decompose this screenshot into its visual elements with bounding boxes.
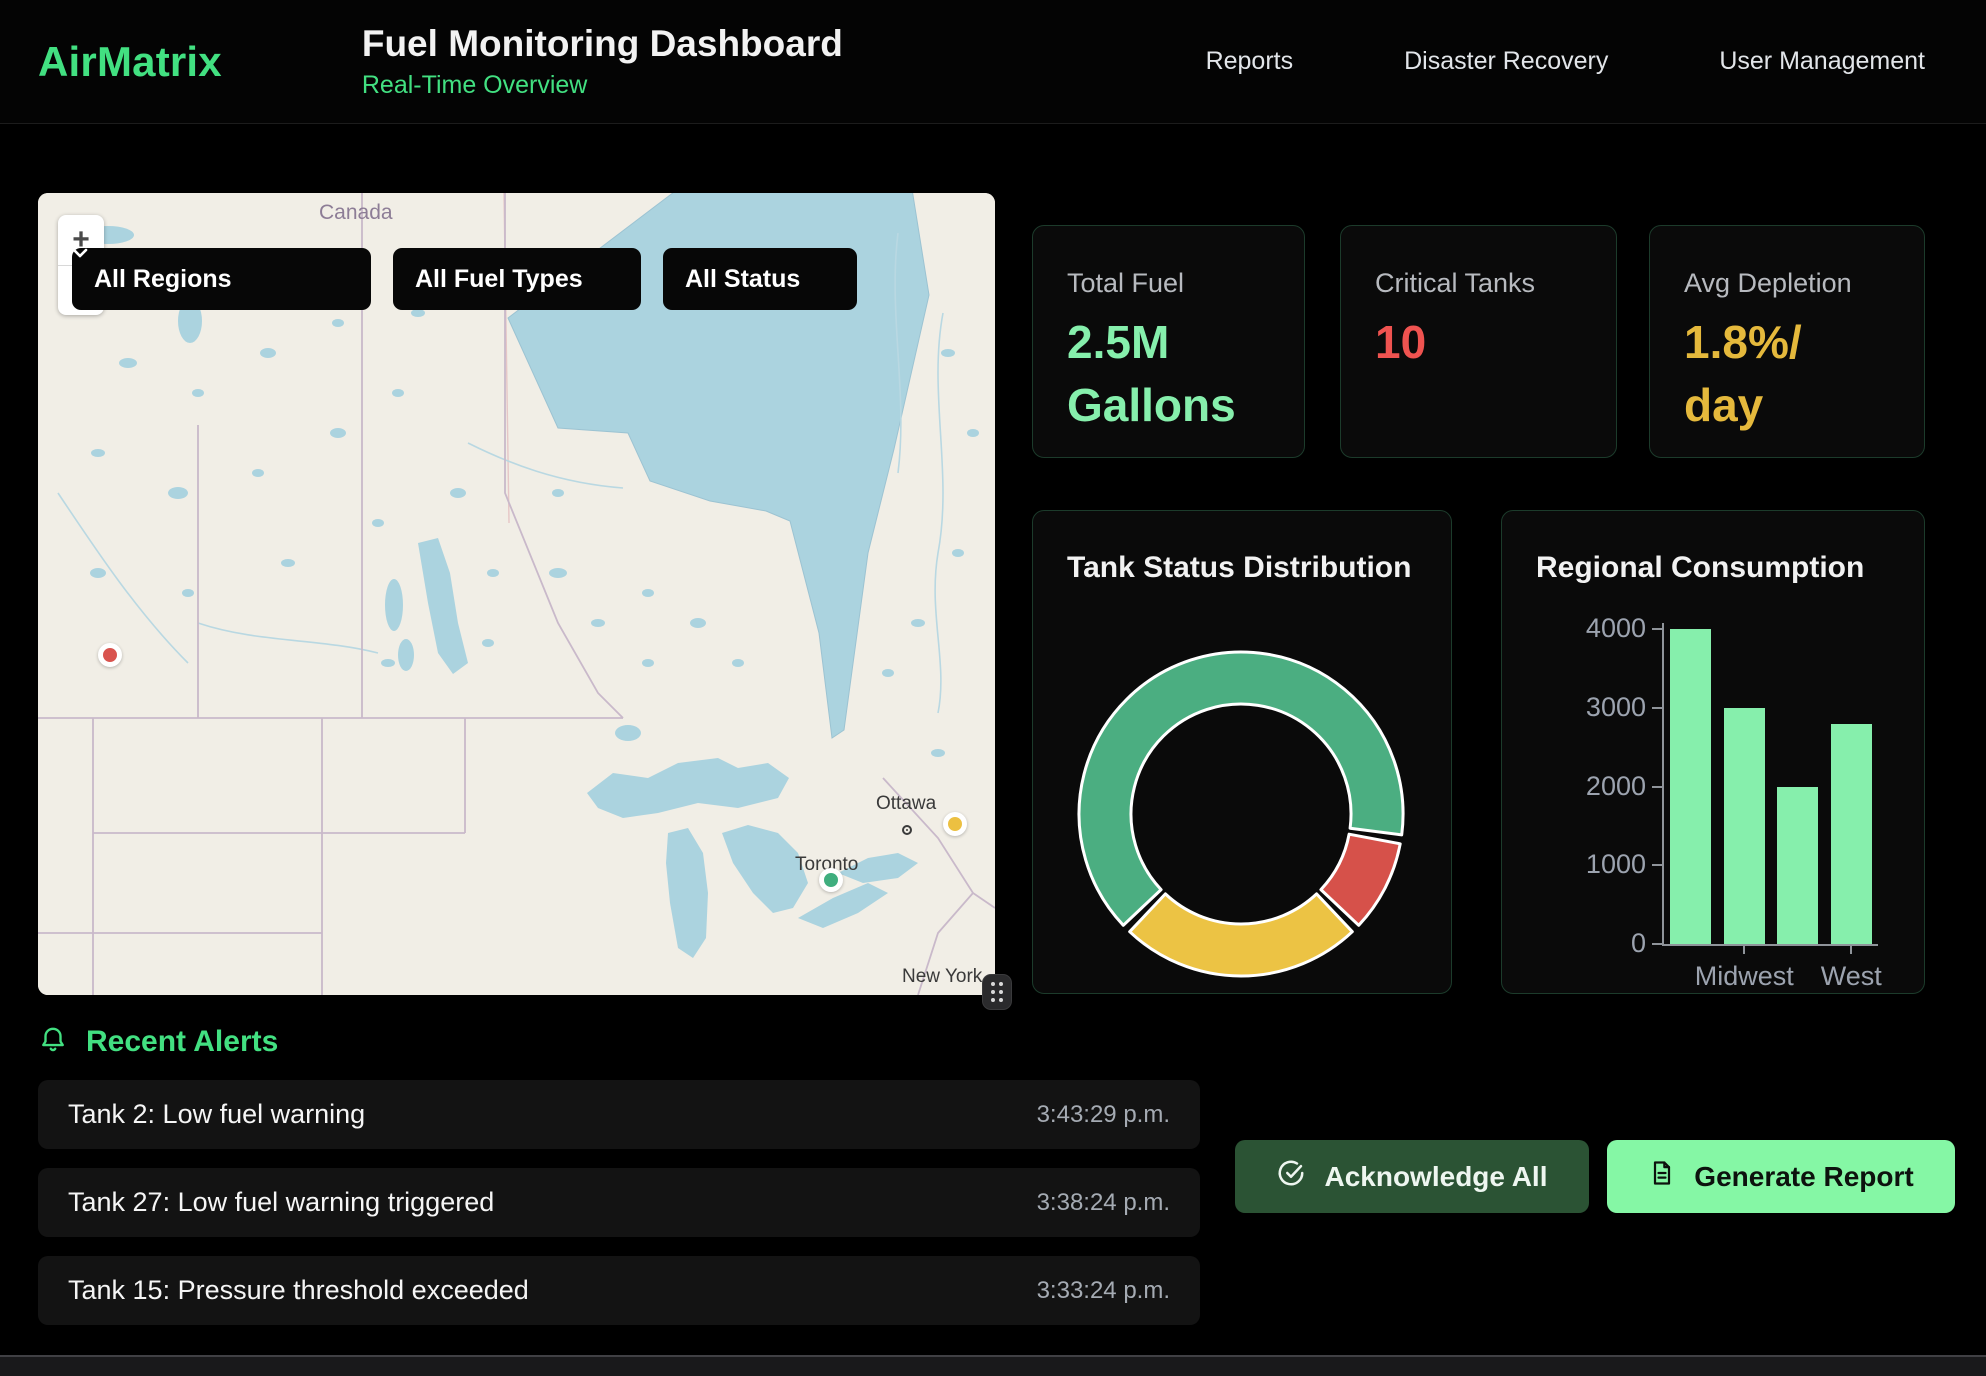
nav-reports[interactable]: Reports xyxy=(1206,47,1294,76)
stat-value-line1: 10 xyxy=(1375,311,1616,374)
tank-status-chart-card: Tank Status Distribution xyxy=(1032,510,1452,994)
alerts-header: Recent Alerts xyxy=(38,1022,278,1062)
stat-value-line1: 2.5M xyxy=(1067,311,1304,374)
check-circle-icon xyxy=(1276,1158,1306,1195)
bell-icon xyxy=(38,1025,68,1060)
title-block: Fuel Monitoring Dashboard Real-Time Over… xyxy=(362,23,843,100)
fuel-map-panel: Canada Ottawa Toronto New York + − All R… xyxy=(38,193,995,995)
acknowledge-all-label: Acknowledge All xyxy=(1324,1161,1547,1193)
y-axis-tick: 4000 xyxy=(1502,613,1646,644)
alert-row[interactable]: Tank 15: Pressure threshold exceeded 3:3… xyxy=(38,1256,1200,1325)
status-filter-value: All Status xyxy=(685,265,800,294)
status-filter-dropdown[interactable]: All Status xyxy=(663,248,857,310)
region-filter-value: All Regions xyxy=(94,265,232,294)
consumption-bar xyxy=(1670,629,1711,944)
tank-status-donut-chart xyxy=(1033,511,1453,995)
page-title: Fuel Monitoring Dashboard xyxy=(362,23,843,65)
map-resize-handle[interactable] xyxy=(983,975,1011,1009)
regional-consumption-bar-chart: 01000200030004000MidwestWest xyxy=(1502,511,1924,993)
window-footer-strip xyxy=(0,1355,1986,1376)
nav-disaster-recovery[interactable]: Disaster Recovery xyxy=(1404,47,1608,76)
stat-label: Avg Depletion xyxy=(1684,268,1924,299)
acknowledge-all-button[interactable]: Acknowledge All xyxy=(1235,1140,1589,1213)
stat-label: Critical Tanks xyxy=(1375,268,1616,299)
map-filters: All Regions All Fuel Types All Status xyxy=(72,248,857,310)
alert-row[interactable]: Tank 2: Low fuel warning 3:43:29 p.m. xyxy=(38,1080,1200,1149)
stat-card-total-fuel: Total Fuel 2.5M Gallons xyxy=(1032,225,1305,458)
alerts-title: Recent Alerts xyxy=(86,1025,278,1059)
stat-value-line2: day xyxy=(1684,374,1924,437)
app-header: AirMatrix Fuel Monitoring Dashboard Real… xyxy=(0,0,1986,124)
fuel-type-filter-dropdown[interactable]: All Fuel Types xyxy=(393,248,641,310)
x-axis-tick-west: West xyxy=(1781,961,1921,992)
tank-marker-normal[interactable] xyxy=(819,868,843,892)
main-nav: Reports Disaster Recovery User Managemen… xyxy=(1206,47,1925,76)
stat-card-avg-depletion: Avg Depletion 1.8%/ day xyxy=(1649,225,1925,458)
alert-text: Tank 27: Low fuel warning triggered xyxy=(68,1187,494,1218)
brand-logo[interactable]: AirMatrix xyxy=(38,38,222,86)
consumption-bar xyxy=(1777,787,1818,945)
y-axis-tick: 2000 xyxy=(1502,771,1646,802)
stat-value-line1: 1.8%/ xyxy=(1684,311,1924,374)
y-axis-tick: 1000 xyxy=(1502,849,1646,880)
y-axis-tick: 0 xyxy=(1502,928,1646,959)
page-subtitle: Real-Time Overview xyxy=(362,71,843,100)
stat-value-line2: Gallons xyxy=(1067,374,1304,437)
donut-segment-warning xyxy=(1130,894,1353,976)
stat-card-critical-tanks: Critical Tanks 10 xyxy=(1340,225,1617,458)
alert-timestamp: 3:33:24 p.m. xyxy=(1037,1277,1170,1305)
map-canvas[interactable]: Canada Ottawa Toronto New York + − All R… xyxy=(38,193,995,995)
regional-consumption-chart-card: Regional Consumption 01000200030004000Mi… xyxy=(1501,510,1925,994)
stat-label: Total Fuel xyxy=(1067,268,1304,299)
alert-row[interactable]: Tank 27: Low fuel warning triggered 3:38… xyxy=(38,1168,1200,1237)
generate-report-label: Generate Report xyxy=(1694,1161,1913,1193)
fuel-type-filter-value: All Fuel Types xyxy=(415,265,583,294)
consumption-bar xyxy=(1724,708,1765,944)
alert-text: Tank 15: Pressure threshold exceeded xyxy=(68,1275,529,1306)
tank-marker-critical[interactable] xyxy=(98,643,122,667)
region-filter-dropdown[interactable]: All Regions xyxy=(72,248,371,310)
consumption-bar xyxy=(1831,724,1872,945)
generate-report-button[interactable]: Generate Report xyxy=(1607,1140,1955,1213)
capital-symbol xyxy=(902,825,912,835)
alert-timestamp: 3:38:24 p.m. xyxy=(1037,1189,1170,1217)
nav-user-management[interactable]: User Management xyxy=(1719,47,1925,76)
alert-timestamp: 3:43:29 p.m. xyxy=(1037,1101,1170,1129)
tank-marker-warning[interactable] xyxy=(943,812,967,836)
alert-text: Tank 2: Low fuel warning xyxy=(68,1099,365,1130)
map-base-layer xyxy=(38,193,995,995)
y-axis-tick: 3000 xyxy=(1502,692,1646,723)
document-icon xyxy=(1648,1159,1676,1194)
